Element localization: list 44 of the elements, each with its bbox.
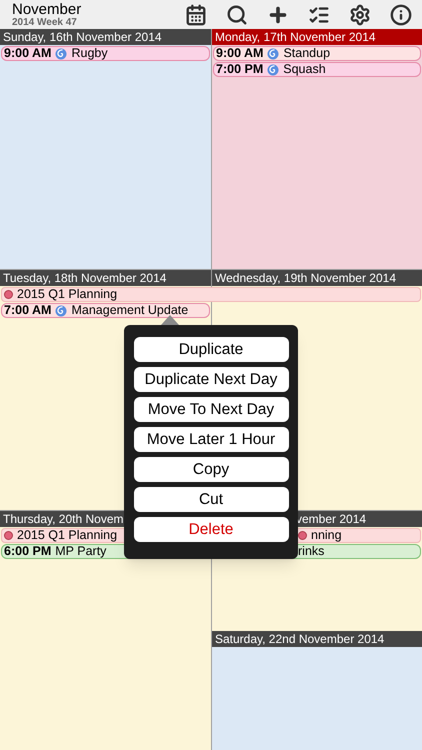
event-bar[interactable]: 2015 Q1 Planning [1,287,421,302]
event-bar[interactable]: 7:00 AM Management Update [1,303,210,318]
menu-item[interactable]: Cut [134,487,288,512]
event-title: MP Party [55,545,106,558]
month-title: November [12,2,82,16]
event-time: 6:00 PM [4,545,52,558]
event-bar[interactable]: 9:00 AM Standup [213,46,421,61]
event-time: 9:00 AM [216,47,264,60]
event-title: 2015 Q1 Planning [17,288,118,301]
day-header: Wednesday, 19th November 2014 [212,270,422,286]
day-header: Tuesday, 18th November 2014 [0,270,211,286]
calendar-icon[interactable] [185,4,207,26]
event-title: Rugby [71,47,108,60]
menu-item[interactable]: Duplicate Next Day [134,367,288,392]
event-time: 7:00 AM [4,304,52,317]
search-icon[interactable] [226,4,248,26]
info-icon[interactable] [390,4,412,26]
settings-icon[interactable] [349,4,371,26]
day-area[interactable]: 9:00 AM Standup 7:00 PM Squash [212,45,422,269]
spiral-icon [267,64,280,76]
event-title: Management Update [71,304,188,317]
event-time: 7:00 PM [216,63,264,76]
day-area[interactable]: 9:00 AM Rugby [0,45,211,269]
menu-item[interactable]: Move Later 1 Hour [134,427,288,452]
event-title: nning [311,529,342,542]
event-bar[interactable]: 7:00 PM Squash [213,62,421,77]
menu-item[interactable]: Delete [134,517,288,542]
event-title: rinks [298,545,324,558]
spiral-icon [267,48,280,60]
menu-item[interactable]: Copy [134,457,288,482]
event-title: 2015 Q1 Planning [17,529,118,542]
menu-item[interactable]: Move To Next Day [134,397,288,422]
menu-item[interactable]: Duplicate [134,337,288,362]
week-label: 2014 Week 47 [12,18,78,28]
menu-pointer-icon [161,315,179,325]
event-time: 9:00 AM [4,47,52,60]
spiral-icon [55,304,68,316]
event-title: Squash [283,63,326,76]
event-bar[interactable]: 9:00 AM Rugby [1,46,210,61]
event-title: Standup [283,47,330,60]
day-header: Sunday, 16th November 2014 [0,29,211,45]
spiral-icon [55,48,68,60]
day-header: Saturday, 22nd November 2014 [212,631,422,647]
day-header: Monday, 17th November 2014 [212,29,422,45]
